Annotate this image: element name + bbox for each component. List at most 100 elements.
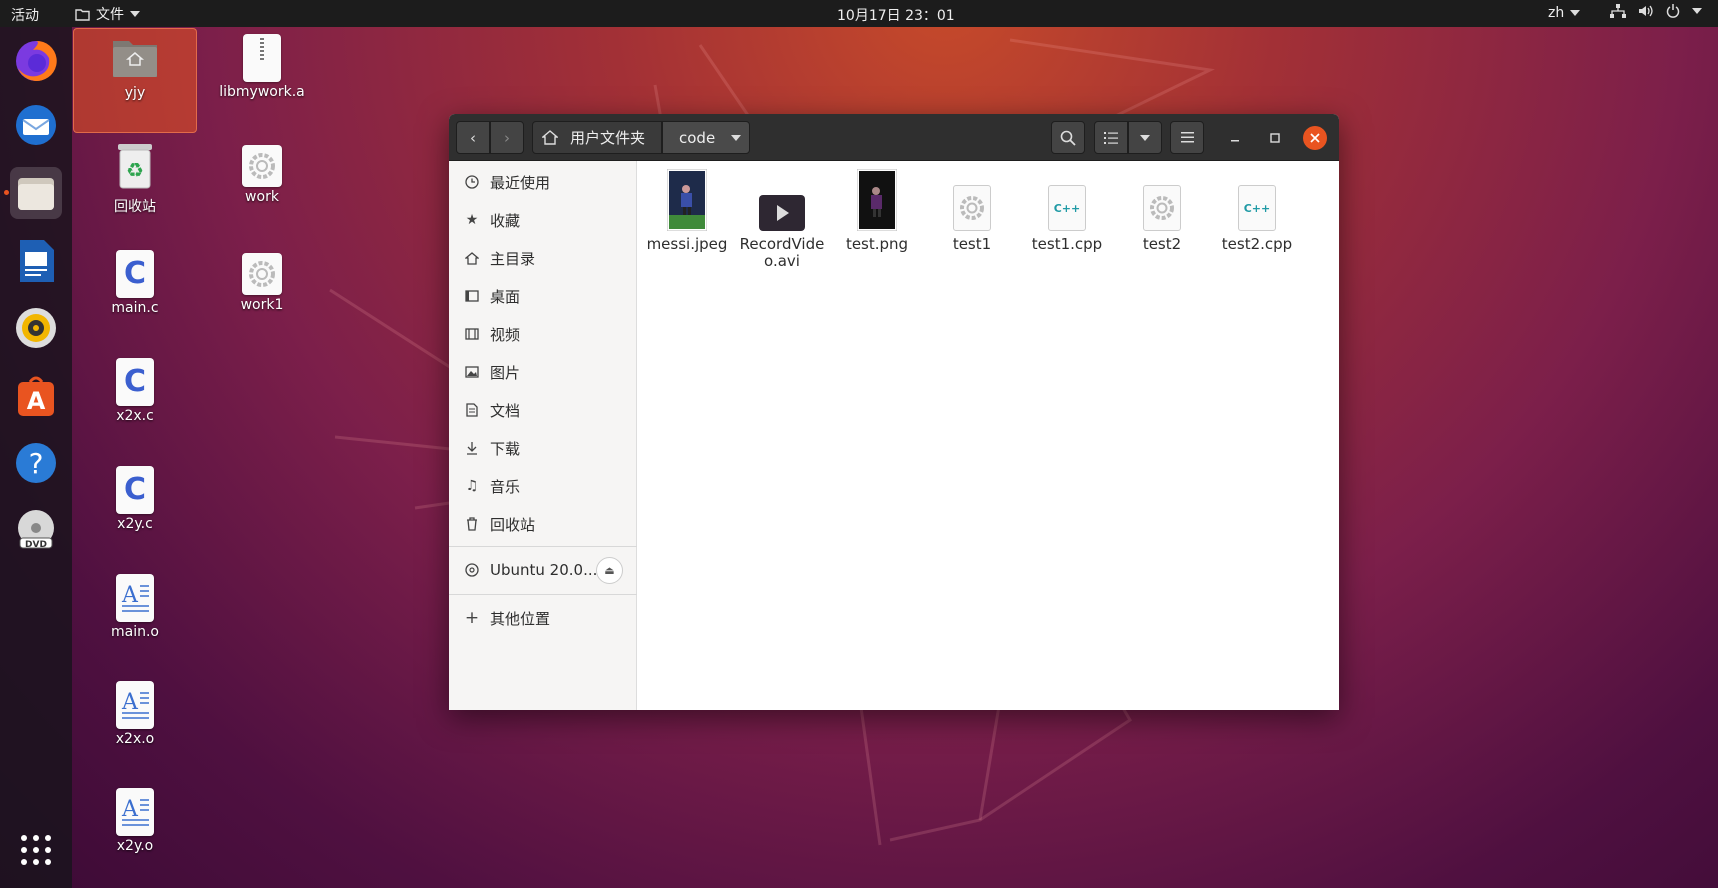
chevron-down-icon (130, 11, 140, 17)
sidebar-item-other-locations[interactable]: + 其他位置 (449, 600, 637, 636)
system-menu[interactable] (1610, 4, 1702, 18)
desktop-icon-label: work1 (240, 297, 284, 313)
files-icon[interactable] (10, 167, 62, 219)
archive-icon (243, 34, 281, 82)
sidebar-item-starred[interactable]: ★ 收藏 (449, 202, 637, 238)
sidebar-item-pictures[interactable]: 图片 (449, 354, 637, 390)
hamburger-icon (1180, 132, 1194, 143)
file-item[interactable]: C++ test2.cpp (1209, 167, 1305, 253)
desktop-icon-label: 回收站 (114, 199, 156, 215)
input-method-menu[interactable]: zh (1548, 5, 1581, 21)
sidebar-item-label: 视频 (490, 325, 521, 344)
file-item[interactable]: test.png (829, 167, 925, 253)
eject-icon[interactable]: ⏏ (596, 556, 623, 584)
desktop-icon-x2x-c[interactable]: C x2x.c (73, 358, 197, 424)
c-source-icon: C (116, 466, 154, 514)
path-segment-label: 用户文件夹 (570, 129, 646, 147)
sidebar-item-videos[interactable]: 视频 (449, 316, 637, 352)
clock-icon (462, 175, 482, 189)
view-toggle-button[interactable] (1094, 121, 1128, 154)
activities-button[interactable]: 活动 (11, 5, 39, 25)
desktop-icon-label: x2x.o (115, 731, 155, 747)
menu-button[interactable] (1170, 121, 1204, 154)
trash-icon: ♻ (118, 144, 152, 189)
file-item[interactable]: C++ test1.cpp (1019, 167, 1115, 253)
dvd-icon[interactable]: DVD (10, 504, 62, 556)
file-item[interactable]: RecordVideo.avi (734, 167, 830, 270)
chevron-left-icon: ‹ (470, 128, 476, 147)
header-bar: ‹ › 用户文件夹 code (449, 114, 1339, 161)
dock: A ? DVD (0, 27, 72, 888)
divider (449, 546, 637, 547)
desktop-icon-x2x-o[interactable]: A x2x.o (73, 681, 197, 747)
sidebar-item-desktop[interactable]: 桌面 (449, 278, 637, 314)
close-button[interactable] (1303, 126, 1327, 150)
search-button[interactable] (1051, 121, 1085, 154)
help-icon[interactable]: ? (10, 437, 62, 489)
writer-icon[interactable] (10, 235, 62, 287)
object-file-icon: A (116, 574, 154, 622)
desktop-icon-label: x2y.c (117, 516, 153, 532)
desktop-icon-label: x2y.o (116, 838, 154, 854)
places-sidebar: 最近使用 ★ 收藏 主目录 桌面 视频 图片 文档 下载 ♫ 音乐 回收站 Ub… (449, 161, 637, 710)
trash-icon (462, 517, 482, 531)
desktop-icon-x2y-c[interactable]: C x2y.c (73, 466, 197, 532)
clock[interactable]: 10月17日 23：01 (837, 5, 955, 25)
sidebar-item-label: 最近使用 (490, 173, 551, 192)
desktop-icon-work[interactable]: work (200, 145, 324, 205)
app-menu[interactable]: 文件 (75, 4, 140, 24)
sidebar-item-music[interactable]: ♫ 音乐 (449, 468, 637, 504)
desktop-icon-trash[interactable]: ♻ 回收站 (73, 142, 197, 216)
forward-button[interactable]: › (490, 121, 524, 154)
desktop-icon-main-o[interactable]: A main.o (73, 574, 197, 640)
object-file-icon: A (116, 788, 154, 836)
c-source-icon: C (116, 250, 154, 298)
file-item[interactable]: test2 (1114, 167, 1210, 253)
volume-icon (1639, 5, 1653, 17)
desktop-icon-work1[interactable]: work1 (200, 253, 324, 313)
sidebar-item-label: 图片 (490, 363, 521, 382)
desktop-icon-label: main.o (111, 624, 159, 640)
apps-grid-icon[interactable] (10, 824, 62, 876)
view-options-button[interactable] (1128, 121, 1162, 154)
sidebar-item-recent[interactable]: 最近使用 (449, 164, 637, 200)
software-icon[interactable]: A (10, 370, 62, 422)
running-indicator (4, 190, 9, 195)
music-icon: ♫ (465, 478, 479, 494)
image-thumbnail-icon (857, 169, 897, 231)
minimize-button[interactable] (1223, 126, 1247, 150)
path-segment-home[interactable]: 用户文件夹 (532, 121, 662, 154)
document-icon (462, 403, 482, 417)
desktop-icon-label: work (245, 189, 279, 205)
file-name: test2 (1142, 235, 1182, 253)
executable-icon (242, 145, 282, 187)
object-file-icon: A (116, 681, 154, 729)
desktop-icon-label: libmywork.a (219, 84, 305, 100)
path-bar: 用户文件夹 code (532, 121, 750, 154)
desktop-icon-libmywork[interactable]: libmywork.a (200, 34, 324, 100)
desktop-icon-label: main.c (111, 300, 159, 316)
divider (449, 594, 637, 595)
file-name: test1 (952, 235, 992, 253)
sidebar-item-documents[interactable]: 文档 (449, 392, 637, 428)
desktop-icon-home[interactable]: yjy (73, 28, 197, 133)
file-item[interactable]: test1 (924, 167, 1020, 253)
chevron-down-icon (1692, 8, 1702, 14)
desktop-icon-main-c[interactable]: C main.c (73, 250, 197, 316)
sidebar-item-label: 下载 (490, 439, 521, 458)
maximize-button[interactable] (1263, 126, 1287, 150)
desktop-icon-x2y-o[interactable]: A x2y.o (73, 788, 197, 854)
firefox-icon[interactable] (10, 35, 62, 87)
sidebar-item-trash[interactable]: 回收站 (449, 506, 637, 542)
back-button[interactable]: ‹ (456, 121, 490, 154)
home-folder-icon (113, 41, 157, 77)
path-segment-code[interactable]: code (662, 121, 750, 154)
rhythmbox-icon[interactable] (10, 302, 62, 354)
sidebar-item-home[interactable]: 主目录 (449, 240, 637, 276)
sidebar-item-ubuntu-disc[interactable]: Ubuntu 20.0... ⏏ (449, 552, 637, 588)
svg-text:A: A (121, 583, 139, 608)
thunderbird-icon[interactable] (10, 99, 62, 151)
file-item[interactable]: messi.jpeg (639, 167, 735, 253)
file-name: test2.cpp (1221, 235, 1293, 253)
sidebar-item-downloads[interactable]: 下载 (449, 430, 637, 466)
